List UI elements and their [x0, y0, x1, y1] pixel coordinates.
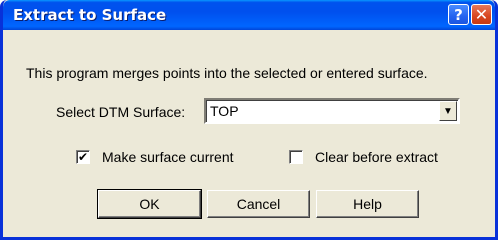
clear-before-extract-checkbox[interactable]: [289, 150, 303, 164]
help-button-label: Help: [353, 196, 382, 212]
title-bar[interactable]: Extract to Surface ? ✕: [3, 0, 495, 30]
make-surface-current-option[interactable]: ✔ Make surface current: [76, 148, 234, 166]
question-mark-icon: ?: [454, 5, 463, 24]
make-surface-current-label[interactable]: Make surface current: [102, 149, 234, 165]
cancel-button[interactable]: Cancel: [207, 190, 310, 218]
ok-button[interactable]: OK: [97, 189, 202, 219]
dropdown-button[interactable]: ▼: [439, 101, 457, 121]
dtm-surface-combobox[interactable]: TOP ▼: [204, 98, 460, 124]
dtm-surface-value[interactable]: TOP: [210, 103, 239, 119]
window-title: Extract to Surface: [13, 6, 167, 24]
close-icon: ✕: [474, 5, 489, 24]
help-button[interactable]: Help: [316, 190, 419, 218]
close-title-button[interactable]: ✕: [471, 4, 492, 25]
description-text: This program merges points into the sele…: [26, 65, 428, 81]
checkmark-icon: ✔: [77, 150, 89, 164]
make-surface-current-checkbox[interactable]: ✔: [76, 150, 90, 164]
select-dtm-surface-label: Select DTM Surface:: [56, 104, 186, 120]
ok-button-label: OK: [139, 196, 160, 212]
clear-before-extract-option[interactable]: Clear before extract: [289, 148, 438, 166]
cancel-button-label: Cancel: [236, 196, 281, 212]
help-title-button[interactable]: ?: [448, 4, 469, 25]
chevron-down-icon: ▼: [443, 105, 453, 117]
extract-to-surface-dialog: Extract to Surface ? ✕ This program merg…: [0, 0, 498, 240]
clear-before-extract-label[interactable]: Clear before extract: [315, 149, 438, 165]
